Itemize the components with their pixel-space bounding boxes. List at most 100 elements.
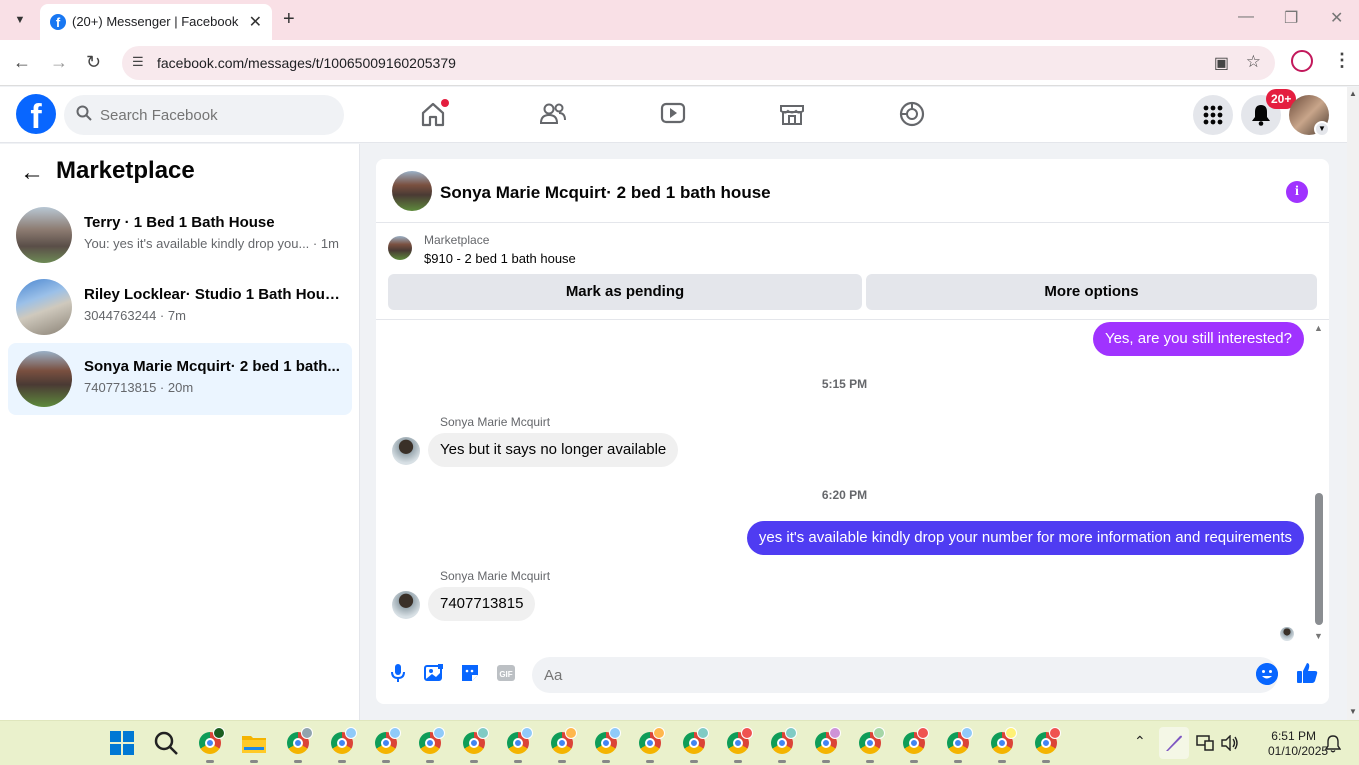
running-indicator (426, 760, 434, 763)
video-icon[interactable] (658, 99, 688, 129)
timestamp: 6:20 PM (821, 488, 868, 502)
tab-close-icon[interactable]: ✕ (249, 12, 262, 32)
site-info-icon[interactable]: ☰ (132, 54, 144, 70)
search-input[interactable] (100, 95, 330, 135)
url-text[interactable]: facebook.com/messages/t/1006500916020537… (157, 55, 456, 71)
microphone-icon[interactable] (388, 663, 408, 683)
running-indicator (734, 760, 742, 763)
network-icon[interactable] (1196, 735, 1214, 751)
running-indicator (690, 760, 698, 763)
listing-title[interactable]: $910 - 2 bed 1 bath house (424, 251, 576, 266)
window-close-icon[interactable]: ✕ (1330, 8, 1343, 28)
incoming-message[interactable]: Yes but it says no longer available (428, 433, 679, 467)
scroll-up-icon[interactable]: ▲ (1314, 323, 1323, 333)
chat-title[interactable]: Sonya Marie Mcquirt· 2 bed 1 bath house (440, 183, 771, 203)
show-hidden-icons-icon[interactable]: ⌃ (1134, 733, 1146, 750)
running-indicator (778, 760, 786, 763)
page-scrollbar[interactable]: ▲ ▼ (1347, 87, 1359, 720)
forward-icon[interactable]: → (50, 52, 68, 73)
profile-badge-icon (1005, 727, 1017, 739)
running-indicator (998, 760, 1006, 763)
restore-icon[interactable]: ❐ (1284, 8, 1298, 28)
conversation-item[interactable]: Terry · 1 Bed 1 Bath House You: yes it's… (8, 199, 352, 271)
marketplace-icon[interactable] (777, 99, 807, 129)
timestamp: 5:15 PM (821, 377, 868, 391)
browser-profile-icon[interactable] (1291, 50, 1313, 72)
bookmark-star-icon[interactable]: ☆ (1246, 52, 1261, 72)
back-icon[interactable]: ← (13, 52, 31, 73)
address-bar-row: ← → ↻ ☰ facebook.com/messages/t/10065009… (0, 40, 1359, 86)
bell-icon (1252, 105, 1270, 126)
install-app-icon[interactable]: ▣ (1214, 53, 1229, 73)
incoming-message[interactable]: 7407713815 (428, 587, 536, 621)
profile-badge-icon (345, 727, 357, 739)
running-indicator (1042, 760, 1050, 763)
facebook-search[interactable] (64, 95, 344, 135)
running-indicator (954, 760, 962, 763)
windows-start-icon[interactable] (109, 730, 135, 756)
gif-icon[interactable]: GIF (496, 663, 516, 683)
sender-name: Sonya Marie Mcquirt (440, 415, 551, 429)
emoji-icon[interactable] (1256, 663, 1278, 685)
friends-icon[interactable] (538, 99, 568, 129)
info-icon[interactable]: i (1286, 181, 1308, 203)
gaming-icon[interactable] (897, 99, 927, 129)
reload-icon[interactable]: ↻ (86, 52, 101, 73)
conversation-item[interactable]: Riley Locklear· Studio 1 Bath House 3044… (8, 271, 352, 343)
sender-avatar[interactable] (392, 591, 420, 619)
marketplace-conversations-panel: ← Marketplace Terry · 1 Bed 1 Bath House… (0, 144, 360, 720)
sticker-icon[interactable] (460, 663, 480, 683)
outgoing-message[interactable]: Yes, are you still interested? (1092, 322, 1304, 356)
conversation-name: Sonya Marie Mcquirt· 2 bed 1 bath... (84, 358, 340, 375)
new-tab-icon[interactable]: + (283, 8, 295, 31)
page-scroll-up-icon[interactable]: ▲ (1349, 89, 1357, 98)
omnibox[interactable]: ☰ facebook.com/messages/t/10065009160205… (122, 46, 1275, 80)
system-clock[interactable]: 6:51 PM 01/10/2025 (1268, 729, 1328, 759)
browser-tab[interactable]: f (20+) Messenger | Facebook ✕ (40, 4, 272, 40)
running-indicator (646, 760, 654, 763)
running-indicator (250, 760, 258, 763)
menu-grid-button[interactable] (1193, 95, 1233, 135)
facebook-logo-icon[interactable]: f (16, 94, 56, 134)
pen-menu-button[interactable] (1159, 727, 1189, 759)
back-arrow-icon[interactable]: ← (20, 159, 44, 187)
conversation-thumbnail (16, 207, 72, 263)
running-indicator (470, 760, 478, 763)
volume-icon[interactable] (1221, 735, 1239, 751)
conversation-name: Riley Locklear· Studio 1 Bath House (84, 286, 340, 303)
panel-title: Marketplace (56, 157, 195, 184)
conversation-thumbnail (16, 351, 72, 407)
minimize-icon[interactable]: — (1238, 8, 1254, 26)
taskbar-search-icon[interactable] (153, 730, 179, 756)
message-list: Yes, are you still interested? 5:15 PM S… (376, 321, 1329, 645)
message-input[interactable] (544, 657, 1224, 693)
thumbs-up-icon[interactable] (1295, 661, 1319, 685)
running-indicator (866, 760, 874, 763)
profile-badge-icon (697, 727, 709, 739)
page-scroll-down-icon[interactable]: ▼ (1349, 707, 1357, 716)
chat-header: Sonya Marie Mcquirt· 2 bed 1 bath house … (376, 159, 1329, 223)
browser-menu-icon[interactable]: ⋮ (1333, 50, 1351, 71)
photo-icon[interactable] (424, 663, 444, 683)
mark-as-pending-button[interactable]: Mark as pending (388, 274, 862, 310)
notification-bell-icon[interactable] (1325, 735, 1341, 753)
running-indicator (822, 760, 830, 763)
message-composer: GIF (376, 645, 1329, 704)
svg-text:GIF: GIF (499, 670, 512, 679)
scroll-down-icon[interactable]: ▼ (1314, 631, 1323, 641)
tab-search-dropdown-icon[interactable]: ▼ (10, 10, 30, 30)
account-chevron-down-icon[interactable]: ▼ (1314, 121, 1330, 137)
outgoing-message[interactable]: yes it's available kindly drop your numb… (746, 521, 1304, 555)
sender-avatar[interactable] (392, 437, 420, 465)
more-options-button[interactable]: More options (866, 274, 1317, 310)
conversation-item-active[interactable]: Sonya Marie Mcquirt· 2 bed 1 bath... 740… (8, 343, 352, 415)
profile-badge-icon (741, 727, 753, 739)
listing-thumbnail[interactable] (388, 236, 412, 260)
running-indicator (382, 760, 390, 763)
conversation-preview: 3044763244 · 7m (84, 308, 186, 323)
message-input-box[interactable] (532, 657, 1278, 693)
chat-avatar[interactable] (392, 171, 432, 211)
message-scroll-thumb[interactable] (1315, 493, 1323, 625)
running-indicator (558, 760, 566, 763)
file-explorer-icon[interactable] (241, 730, 267, 756)
